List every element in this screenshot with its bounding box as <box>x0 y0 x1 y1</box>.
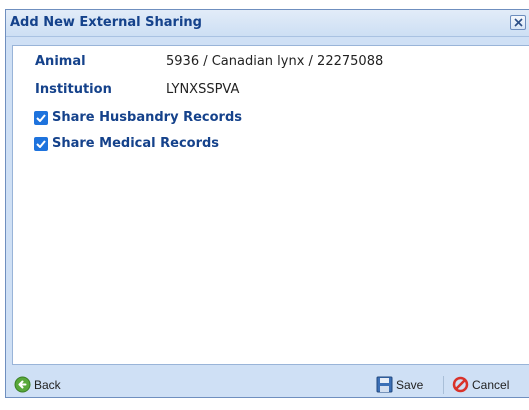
dialog-footer: Back Save Cancel <box>6 367 529 397</box>
cancel-icon <box>452 376 469 393</box>
share-husbandry-records-checkbox[interactable] <box>34 111 48 125</box>
back-button[interactable]: Back <box>14 376 74 394</box>
share-medical-records-checkbox[interactable] <box>34 137 48 151</box>
checkmark-icon <box>36 140 46 148</box>
institution-label: Institution <box>35 82 112 97</box>
save-label: Save <box>396 378 424 392</box>
back-arrow-icon <box>14 376 31 393</box>
institution-value: LYNXSSPVA <box>166 82 240 97</box>
cancel-label: Cancel <box>472 378 510 392</box>
dialog-body: Animal 5936 / Canadian lynx / 22275088 I… <box>12 45 529 365</box>
dialog-titlebar[interactable]: Add New External Sharing <box>6 10 529 37</box>
cancel-button[interactable]: Cancel <box>452 376 529 394</box>
save-button[interactable]: Save <box>376 376 440 394</box>
checkmark-icon <box>36 114 46 122</box>
share-medical-records-label: Share Medical Records <box>52 136 220 151</box>
back-label: Back <box>34 378 61 392</box>
dialog-title: Add New External Sharing <box>10 15 202 30</box>
close-button[interactable] <box>510 15 526 30</box>
share-husbandry-records-label: Share Husbandry Records <box>52 110 242 125</box>
animal-label: Animal <box>35 54 86 69</box>
floppy-disk-icon <box>376 376 393 393</box>
animal-value: 5936 / Canadian lynx / 22275088 <box>166 54 384 69</box>
close-icon <box>514 18 523 27</box>
toolbar-separator <box>443 376 444 394</box>
external-sharing-dialog: Add New External Sharing Animal 5936 / C… <box>5 9 529 398</box>
